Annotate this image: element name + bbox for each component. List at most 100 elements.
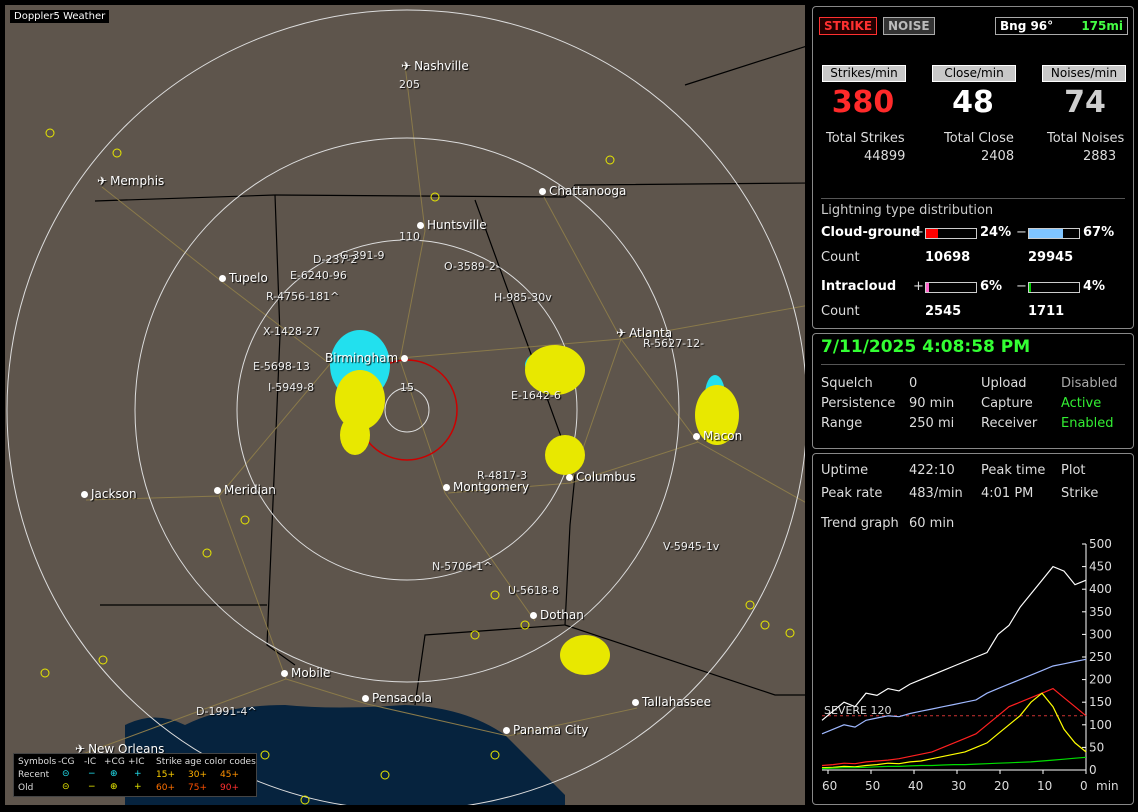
city-label: Huntsville: [427, 218, 487, 232]
cg-minus-sign: −: [1016, 225, 1027, 240]
x-tick-label: 60: [822, 779, 837, 793]
legend-old-age-3: 90+: [220, 783, 239, 793]
strike-button[interactable]: STRIKE: [819, 17, 878, 35]
legend-age-label: Strike age color codes: [156, 757, 256, 767]
upload-label: Upload: [981, 376, 1027, 391]
current-datetime: 7/11/2025 4:08:58 PM: [821, 337, 1031, 357]
status-panel: 7/11/2025 4:08:58 PM Squelch 0 Upload Di…: [812, 333, 1134, 449]
legend-recent-ic-plus-icon: +: [134, 769, 142, 779]
noises-per-min-value: 74: [1064, 85, 1106, 120]
storm-cell-label[interactable]: E-1642-6: [511, 389, 561, 402]
city-dothan: Dothan: [530, 608, 584, 622]
city-label: Mobile: [291, 666, 331, 680]
city-label: Panama City: [513, 723, 589, 737]
storm-cell-label[interactable]: G-391-9: [340, 249, 384, 262]
legend-old-label: Old: [18, 783, 34, 793]
cg-minus-bar-fill: [1029, 229, 1063, 238]
storm-cell-label[interactable]: O-3589-2-: [444, 260, 500, 273]
legend-old-ic-plus-icon: +: [134, 782, 142, 792]
range-label: Range: [821, 416, 863, 431]
total-strikes-label: Total Strikes: [826, 131, 905, 146]
city-memphis: ✈ Memphis: [97, 174, 164, 188]
storm-cell-label[interactable]: N-5706-1^: [432, 560, 492, 573]
storm-cell-label[interactable]: U-5618-8: [508, 584, 559, 597]
squelch-value: 0: [909, 376, 918, 391]
peak-rate-label: Peak rate: [821, 486, 883, 501]
city-label: Birmingham: [325, 351, 399, 365]
city-montgomery: Montgomery: [443, 480, 529, 494]
legend-ic-minus: -IC: [84, 757, 97, 767]
airport-icon: ✈: [97, 174, 108, 188]
y-tick-label: 50: [1089, 740, 1104, 754]
trend-graph-label: Trend graph: [821, 516, 899, 531]
close-per-min-label: Close/min: [932, 65, 1016, 82]
total-close-value: 2408: [981, 149, 1015, 164]
cg-plus-sign: +: [913, 225, 924, 240]
city-birmingham: Birmingham: [325, 351, 411, 365]
legend-old-age-2: 75+: [188, 783, 207, 793]
city-dot-icon: [693, 433, 700, 440]
x-tick-label: 30: [951, 779, 966, 793]
ic-minus-bar: [1028, 282, 1080, 293]
uptime-label: Uptime: [821, 463, 869, 478]
cg-minus-pct: 67%: [1083, 225, 1115, 240]
bearing-display: Bng 96° 175mi: [995, 17, 1128, 35]
y-tick-label: 500: [1089, 537, 1112, 551]
ic-plus-pct: 6%: [980, 279, 1003, 294]
range-label-15: 15: [400, 381, 414, 394]
y-tick-label: 200: [1089, 673, 1112, 687]
ic-plus-count: 2545: [925, 304, 962, 319]
x-tick-label: 0: [1080, 779, 1088, 793]
persistence-value: 90 min: [909, 396, 955, 411]
storm-cell-label[interactable]: V-5945-1v: [663, 540, 719, 553]
y-tick-label: 250: [1089, 650, 1112, 664]
storm-cell-label[interactable]: R-4756-181^: [266, 290, 339, 303]
noise-button[interactable]: NOISE: [883, 17, 935, 35]
ic-minus-count: 1711: [1028, 304, 1065, 319]
city-tallahassee: Tallahassee: [632, 695, 711, 709]
ic-plus-bar-fill: [926, 283, 929, 292]
app-title: Doppler5 Weather: [10, 10, 110, 23]
capture-value: Active: [1061, 396, 1102, 411]
legend-old-cg-plus-icon: ⊕: [110, 782, 118, 792]
storm-cell-label[interactable]: X-1428-27: [263, 325, 320, 338]
storm-cell-label[interactable]: D-1991-4^: [196, 705, 257, 718]
legend-old-ic-minus-icon: −: [88, 782, 96, 792]
y-tick-label: 150: [1089, 695, 1112, 709]
legend-recent-cg-minus-icon: ⊝: [62, 769, 70, 779]
city-dot-icon: [362, 695, 369, 702]
x-tick-label: 20: [994, 779, 1009, 793]
storm-cell-label[interactable]: I-5949-8: [268, 381, 314, 394]
city-mobile: Mobile: [281, 666, 330, 680]
storm-cell-label[interactable]: R-4817-3: [477, 469, 527, 482]
legend-old-cg-minus-icon: ⊝: [62, 782, 70, 792]
x-tick-label: 10: [1037, 779, 1052, 793]
range-value: 250 mi: [909, 416, 955, 431]
city-nashville: ✈ Nashville: [401, 59, 469, 73]
storm-cell-label[interactable]: R-5627-12-: [643, 337, 704, 350]
city-label: Macon: [703, 429, 743, 443]
storm-cell-label[interactable]: E-5698-13: [253, 360, 310, 373]
storm-cell-label[interactable]: E-6240-96: [290, 269, 347, 282]
range-label-110: 110: [399, 230, 420, 243]
storm-cell-label[interactable]: H-985-30v: [494, 291, 552, 304]
cg-count-label: Count: [821, 250, 860, 265]
city-dot-icon: [81, 491, 88, 498]
trend-graph: 50045040035030025020015010050060 50 40 30 20…: [821, 537, 1119, 793]
city-columbus: Columbus: [566, 470, 636, 484]
city-dot-icon: [417, 222, 424, 229]
radar-map[interactable]: Doppler5 Weather ✈ Nashville ✈ Memphis Chatt…: [5, 5, 805, 805]
y-tick-label: 350: [1089, 605, 1112, 619]
cg-plus-count: 10698: [925, 250, 971, 265]
legend-recent-age-1: 15+: [156, 770, 175, 780]
trend-series-line: [821, 658, 1087, 735]
city-label: Memphis: [110, 174, 165, 188]
noises-per-min-label: Noises/min: [1042, 65, 1126, 82]
bearing-value: Bng 96°: [1000, 19, 1054, 33]
plot-value[interactable]: Strike: [1061, 486, 1098, 501]
cg-minus-bar: [1028, 228, 1080, 239]
total-noises-label: Total Noises: [1047, 131, 1125, 146]
ic-plus-bar: [925, 282, 977, 293]
city-label: Meridian: [224, 483, 276, 497]
city-label: Nashville: [414, 59, 469, 73]
